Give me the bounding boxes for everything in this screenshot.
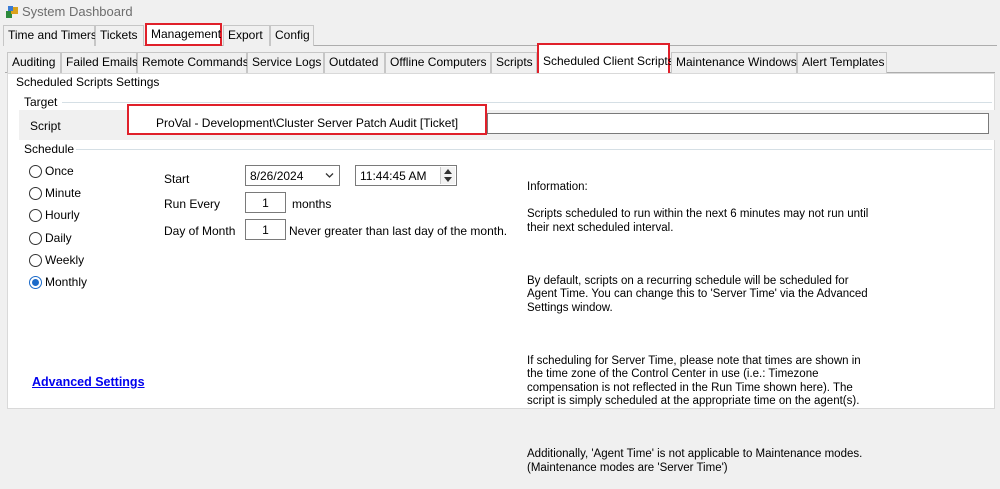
start-time-field[interactable]: 11:44:45 AM	[355, 165, 457, 186]
script-label: Script	[30, 119, 61, 133]
time-spinner[interactable]	[440, 167, 455, 184]
information-heading: Information:	[527, 181, 588, 194]
radio-monthly-indicator[interactable]	[29, 276, 42, 289]
start-date-picker[interactable]: 8/26/2024	[245, 165, 340, 186]
information-p3: If scheduling for Server Time, please no…	[527, 354, 861, 408]
information-panel: Information: Scripts scheduled to run wi…	[527, 168, 987, 489]
radio-weekly-indicator[interactable]	[29, 254, 42, 267]
information-p4: Additionally, 'Agent Time' is not applic…	[527, 448, 863, 474]
spin-up-icon[interactable]	[444, 169, 452, 174]
radio-daily-indicator[interactable]	[29, 232, 42, 245]
target-group-label: Target	[24, 95, 58, 109]
start-label: Start	[164, 172, 190, 186]
tab-tickets[interactable]: Tickets	[95, 25, 144, 46]
run-every-unit: months	[292, 197, 332, 211]
radio-minute-indicator[interactable]	[29, 187, 42, 200]
tab-time-and-timers[interactable]: Time and Timers	[3, 25, 97, 46]
information-p2: By default, scripts on a recurring sched…	[527, 274, 868, 314]
window-title: System Dashboard	[22, 4, 133, 19]
tab-scripts[interactable]: Scripts	[491, 52, 537, 73]
tab-auditing[interactable]: Auditing	[7, 52, 61, 73]
tab-remote-commands[interactable]: Remote Commands	[137, 52, 249, 73]
tab-alert-templates[interactable]: Alert Templates	[797, 52, 887, 73]
schedule-group-label: Schedule	[24, 142, 75, 156]
tab-maintenance-windows[interactable]: Maintenance Windows	[671, 52, 797, 73]
day-of-month-input[interactable]: 1	[245, 219, 286, 240]
chevron-down-icon[interactable]	[325, 172, 334, 179]
run-every-label: Run Every	[164, 197, 221, 211]
information-p1: Scripts scheduled to run within the next…	[527, 208, 869, 234]
day-of-month-note: Never greater than last day of the month…	[289, 224, 508, 238]
tab-offline-computers[interactable]: Offline Computers	[385, 52, 491, 73]
spin-down-icon[interactable]	[444, 177, 452, 182]
tab-outdated[interactable]: Outdated	[324, 52, 385, 73]
tab-config[interactable]: Config	[270, 25, 314, 46]
run-every-input[interactable]: 1	[245, 192, 286, 213]
title-bar: System Dashboard	[0, 0, 1000, 24]
day-of-month-label: Day of Month	[164, 224, 236, 238]
script-field-extension[interactable]	[487, 113, 989, 134]
tab-failed-emails[interactable]: Failed Emails	[61, 52, 138, 73]
radio-hourly-indicator[interactable]	[29, 209, 42, 222]
target-group-divider	[62, 102, 992, 103]
tab-service-logs[interactable]: Service Logs	[247, 52, 324, 73]
app-icon	[6, 6, 18, 18]
advanced-settings-link[interactable]: Advanced Settings	[32, 375, 145, 389]
tab-management[interactable]: Management	[145, 23, 222, 46]
section-title: Scheduled Scripts Settings	[16, 75, 160, 89]
tab-export[interactable]: Export	[223, 25, 270, 46]
script-field[interactable]: ProVal - Development\Cluster Server Patc…	[127, 104, 487, 135]
radio-once-indicator[interactable]	[29, 165, 42, 178]
schedule-group-divider	[76, 149, 992, 150]
